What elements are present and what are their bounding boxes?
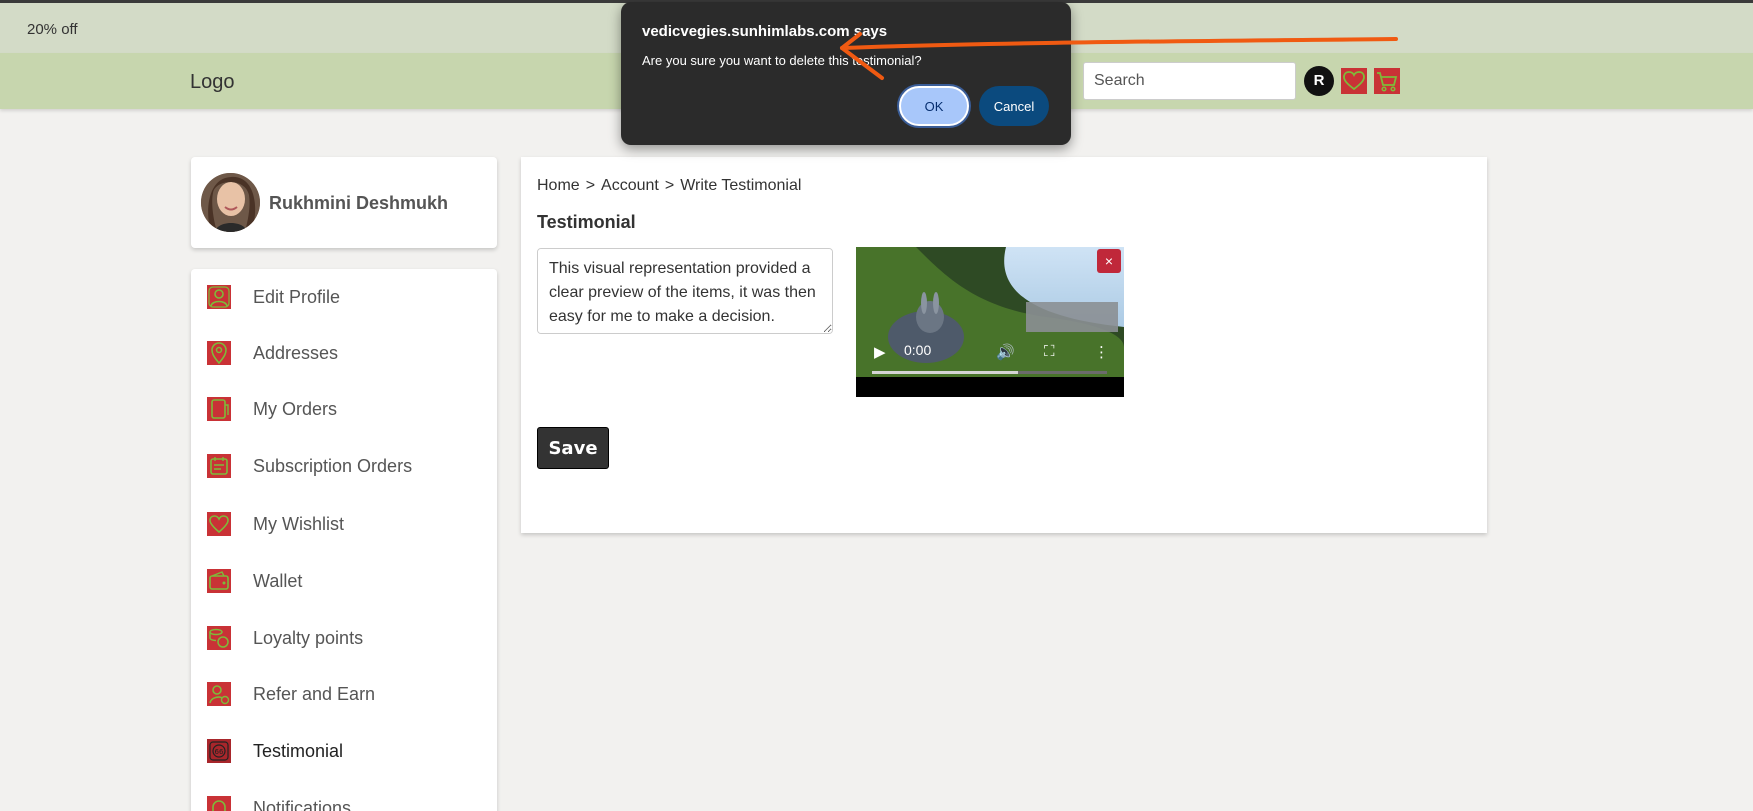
sidebar-item-notifications[interactable]: Notifications: [191, 788, 497, 811]
dialog-message: Are you sure you want to delete this tes…: [642, 53, 922, 68]
sidebar-item-refer-and-earn[interactable]: Refer and Earn: [191, 674, 497, 714]
dialog-title: vedicvegies.sunhimlabs.com says: [642, 23, 888, 40]
breadcrumb: Home > Account > Write Testimonial: [537, 177, 801, 195]
promo-text: 20% off: [27, 21, 78, 38]
breadcrumb-account[interactable]: Account: [601, 177, 659, 194]
sidebar-item-label: Subscription Orders: [253, 456, 413, 476]
testimonial-textarea[interactable]: This visual representation provided a cl…: [537, 248, 833, 334]
sidebar-item-label: Edit Profile: [253, 287, 341, 307]
fullscreen-icon[interactable]: ⛶: [1044, 343, 1055, 360]
profile-name: Rukhmini Deshmukh: [269, 193, 449, 213]
video-progress-fill: [872, 371, 1018, 374]
user-avatar[interactable]: R: [1304, 66, 1334, 96]
sidebar-item-subscription-orders[interactable]: Subscription Orders: [191, 446, 497, 486]
sidebar-item-loyalty-points[interactable]: Loyalty points: [191, 618, 497, 658]
sidebar-item-label: My Wishlist: [253, 514, 344, 534]
coins-icon: [207, 626, 231, 650]
video-controls: ▶ 0:00 🔊 ⛶ ⋮: [856, 335, 1124, 375]
play-icon[interactable]: ▶: [874, 343, 886, 361]
testimonial-panel: Home > Account > Write Testimonial Testimoni…: [521, 157, 1487, 533]
sidebar-item-addresses[interactable]: Addresses: [191, 333, 497, 373]
sidebar-item-testimonial[interactable]: 66 Testimonial: [191, 731, 497, 771]
wallet-icon: [207, 569, 231, 593]
user-icon: [207, 285, 231, 309]
location-pin-icon: [207, 341, 231, 365]
profile-card: Rukhmini Deshmukh: [191, 157, 497, 248]
quote-icon: 66: [207, 739, 231, 763]
heart-icon[interactable]: [1341, 68, 1367, 94]
save-button[interactable]: Save: [537, 427, 609, 469]
breadcrumb-home[interactable]: Home: [537, 177, 580, 194]
sidebar-item-label: Testimonial: [253, 741, 344, 761]
bell-icon: [207, 796, 231, 811]
subscription-icon: [207, 454, 231, 478]
ok-button[interactable]: OK: [899, 86, 969, 126]
orders-icon: [207, 397, 231, 421]
sidebar-item-my-wishlist[interactable]: My Wishlist: [191, 504, 497, 544]
sidebar-item-my-orders[interactable]: My Orders: [191, 389, 497, 429]
cancel-button[interactable]: Cancel: [979, 86, 1049, 126]
sidebar-item-wallet[interactable]: Wallet: [191, 561, 497, 601]
sidebar-item-label: Loyalty points: [253, 628, 364, 648]
sidebar-item-label: Notifications: [253, 798, 352, 811]
refer-icon: [207, 682, 231, 706]
sidebar-item-label: Refer and Earn: [253, 684, 376, 704]
more-options-icon[interactable]: ⋮: [1094, 343, 1109, 361]
sidebar-item-label: Wallet: [253, 571, 303, 591]
site-logo[interactable]: Logo: [190, 71, 235, 94]
confirm-dialog: vedicvegies.sunhimlabs.com says Are you …: [621, 2, 1071, 145]
volume-icon[interactable]: 🔊: [996, 343, 1015, 361]
cart-icon[interactable]: [1374, 68, 1400, 94]
breadcrumb-separator: >: [585, 177, 596, 194]
account-sidebar: Edit Profile Addresses My Orders Subscri…: [191, 269, 497, 811]
video-time: 0:00: [904, 342, 932, 358]
breadcrumb-separator: >: [664, 177, 675, 194]
sidebar-item-edit-profile[interactable]: Edit Profile: [191, 277, 497, 317]
svg-text:66: 66: [215, 748, 224, 756]
heart-icon: [207, 512, 231, 536]
section-title: Testimonial: [537, 212, 636, 232]
sidebar-item-label: My Orders: [253, 399, 338, 419]
breadcrumb-current: Write Testimonial: [680, 177, 802, 194]
video-progress-bar[interactable]: [872, 371, 1107, 374]
remove-video-button[interactable]: ×: [1097, 249, 1121, 273]
profile-avatar: [201, 173, 260, 232]
search-input[interactable]: [1083, 62, 1296, 100]
sidebar-item-label: Addresses: [253, 343, 339, 363]
testimonial-video[interactable]: ▶ 0:00 🔊 ⛶ ⋮: [856, 247, 1124, 397]
